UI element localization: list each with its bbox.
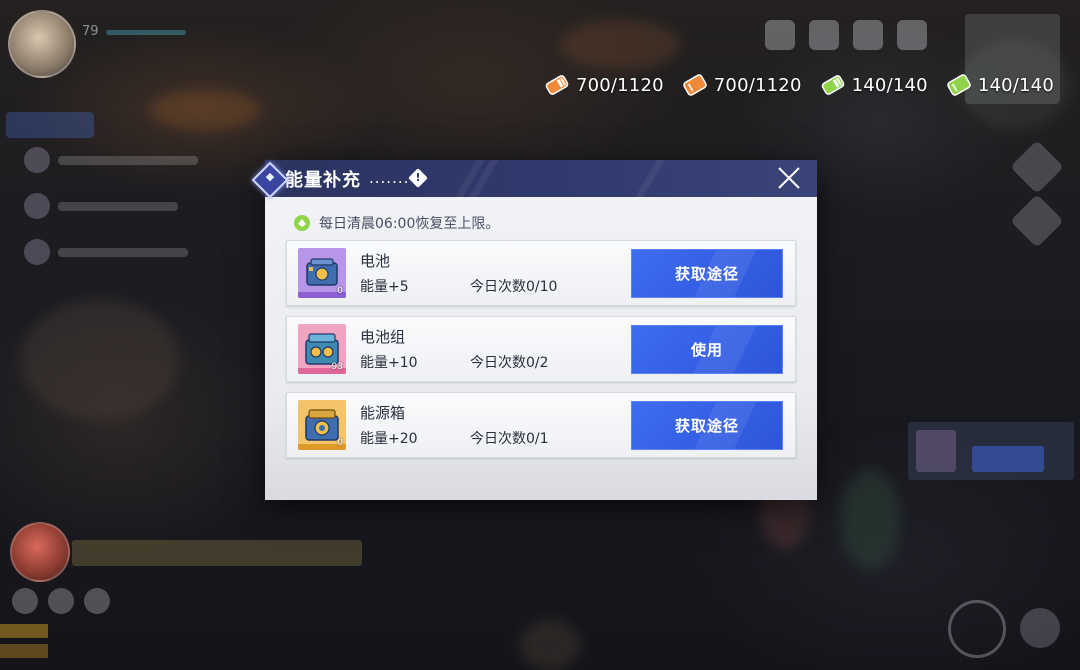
dialog-header: 能量补充 ....... ! — [265, 160, 817, 197]
quest-thumbnail — [916, 430, 956, 472]
obtain-method-button[interactable]: 获取途径 — [631, 401, 783, 450]
header-decoration — [627, 160, 671, 197]
energy-refill-dialog: 能量补充 ....... ! 每日清晨06:00恢复至上限。 0 电池 能量+5… — [251, 160, 817, 500]
chat-line-1 — [24, 146, 198, 174]
team-chip[interactable] — [6, 112, 94, 138]
item-energy-value: 能量+10 — [360, 355, 418, 371]
close-button[interactable] — [775, 164, 803, 192]
list-item-energy-box: 0 能源箱 能量+20 今日次数0/1 获取途径 — [286, 392, 796, 458]
energy-box-item-icon[interactable]: 0 — [298, 400, 346, 450]
list-item-battery: 0 电池 能量+5 今日次数0/10 获取途径 — [286, 240, 796, 306]
resource-stamina-2[interactable]: 140/140 — [946, 72, 1054, 98]
resource-value: 140/140 — [977, 74, 1054, 96]
quest-tracker-panel[interactable] — [908, 422, 1074, 480]
chat-avatar[interactable] — [10, 522, 70, 582]
skill-wheel-icon[interactable] — [948, 600, 1006, 658]
item-daily-count: 今日次数0/2 — [470, 355, 549, 371]
resource-energy-2[interactable]: 700/1120 — [682, 72, 802, 98]
bottom-status-strip — [0, 644, 48, 658]
item-daily-count: 今日次数0/1 — [470, 431, 549, 447]
button-label: 获取途径 — [674, 265, 739, 283]
resource-value: 700/1120 — [575, 74, 664, 96]
item-name: 电池 — [360, 252, 391, 270]
list-item-battery-pack: 93 电池组 能量+10 今日次数0/2 使用 — [286, 316, 796, 382]
player-level: 79 — [82, 24, 99, 39]
item-energy-value: 能量+20 — [360, 431, 418, 447]
info-icon[interactable]: ! — [408, 168, 428, 188]
player-avatar[interactable] — [8, 10, 76, 78]
item-energy-value: 能量+5 — [360, 279, 409, 295]
jump-button[interactable] — [1020, 608, 1060, 648]
refresh-notice: 每日清晨06:00恢复至上限。 — [293, 213, 499, 233]
top-function-icons — [765, 20, 927, 50]
item-name: 能源箱 — [360, 404, 406, 422]
function-icon[interactable] — [853, 20, 883, 50]
function-icon[interactable] — [809, 20, 839, 50]
item-daily-count: 今日次数0/10 — [470, 279, 558, 295]
obtain-method-button[interactable]: 获取途径 — [631, 249, 783, 298]
use-button[interactable]: 使用 — [631, 325, 783, 374]
resource-stamina-1[interactable]: 140/140 — [820, 72, 928, 98]
energy-leaf-icon — [293, 214, 311, 232]
chat-message-bar[interactable] — [72, 540, 362, 566]
resource-value: 700/1120 — [713, 74, 802, 96]
resource-bar: 700/1120 700/1120 140/140 140/140 — [544, 72, 1054, 98]
energy-cell-green-icon — [820, 72, 846, 98]
notice-text: 每日清晨06:00恢复至上限。 — [319, 216, 500, 232]
item-name: 电池组 — [360, 328, 406, 346]
function-icon[interactable] — [765, 20, 795, 50]
chat-line-2 — [24, 192, 178, 220]
resource-value: 140/140 — [851, 74, 928, 96]
battery-item-icon[interactable]: 0 — [298, 248, 346, 298]
chat-line-3 — [24, 238, 188, 266]
bottom-shortcut-icons — [12, 588, 110, 614]
shortcut-icon[interactable] — [84, 588, 110, 614]
item-count: 93 — [331, 362, 343, 372]
shortcut-icon[interactable] — [12, 588, 38, 614]
bottom-status-strip — [0, 624, 48, 638]
function-icon[interactable] — [897, 20, 927, 50]
close-icon — [778, 167, 800, 189]
energy-cell-orange-icon — [544, 72, 570, 98]
battery-pack-item-icon[interactable]: 93 — [298, 324, 346, 374]
dialog-title: 能量补充 — [285, 170, 361, 191]
dialog-title-dots: ....... — [369, 169, 410, 187]
energy-ticket-green-icon — [946, 72, 972, 98]
item-count: 0 — [337, 438, 343, 448]
resource-energy-1[interactable]: 700/1120 — [544, 72, 664, 98]
item-count: 0 — [337, 286, 343, 296]
quest-action-button[interactable] — [972, 446, 1044, 472]
player-exp-bar — [106, 30, 186, 35]
button-label: 使用 — [690, 341, 723, 359]
button-label: 获取途径 — [674, 417, 739, 435]
shortcut-icon[interactable] — [48, 588, 74, 614]
energy-ticket-orange-icon — [682, 72, 708, 98]
